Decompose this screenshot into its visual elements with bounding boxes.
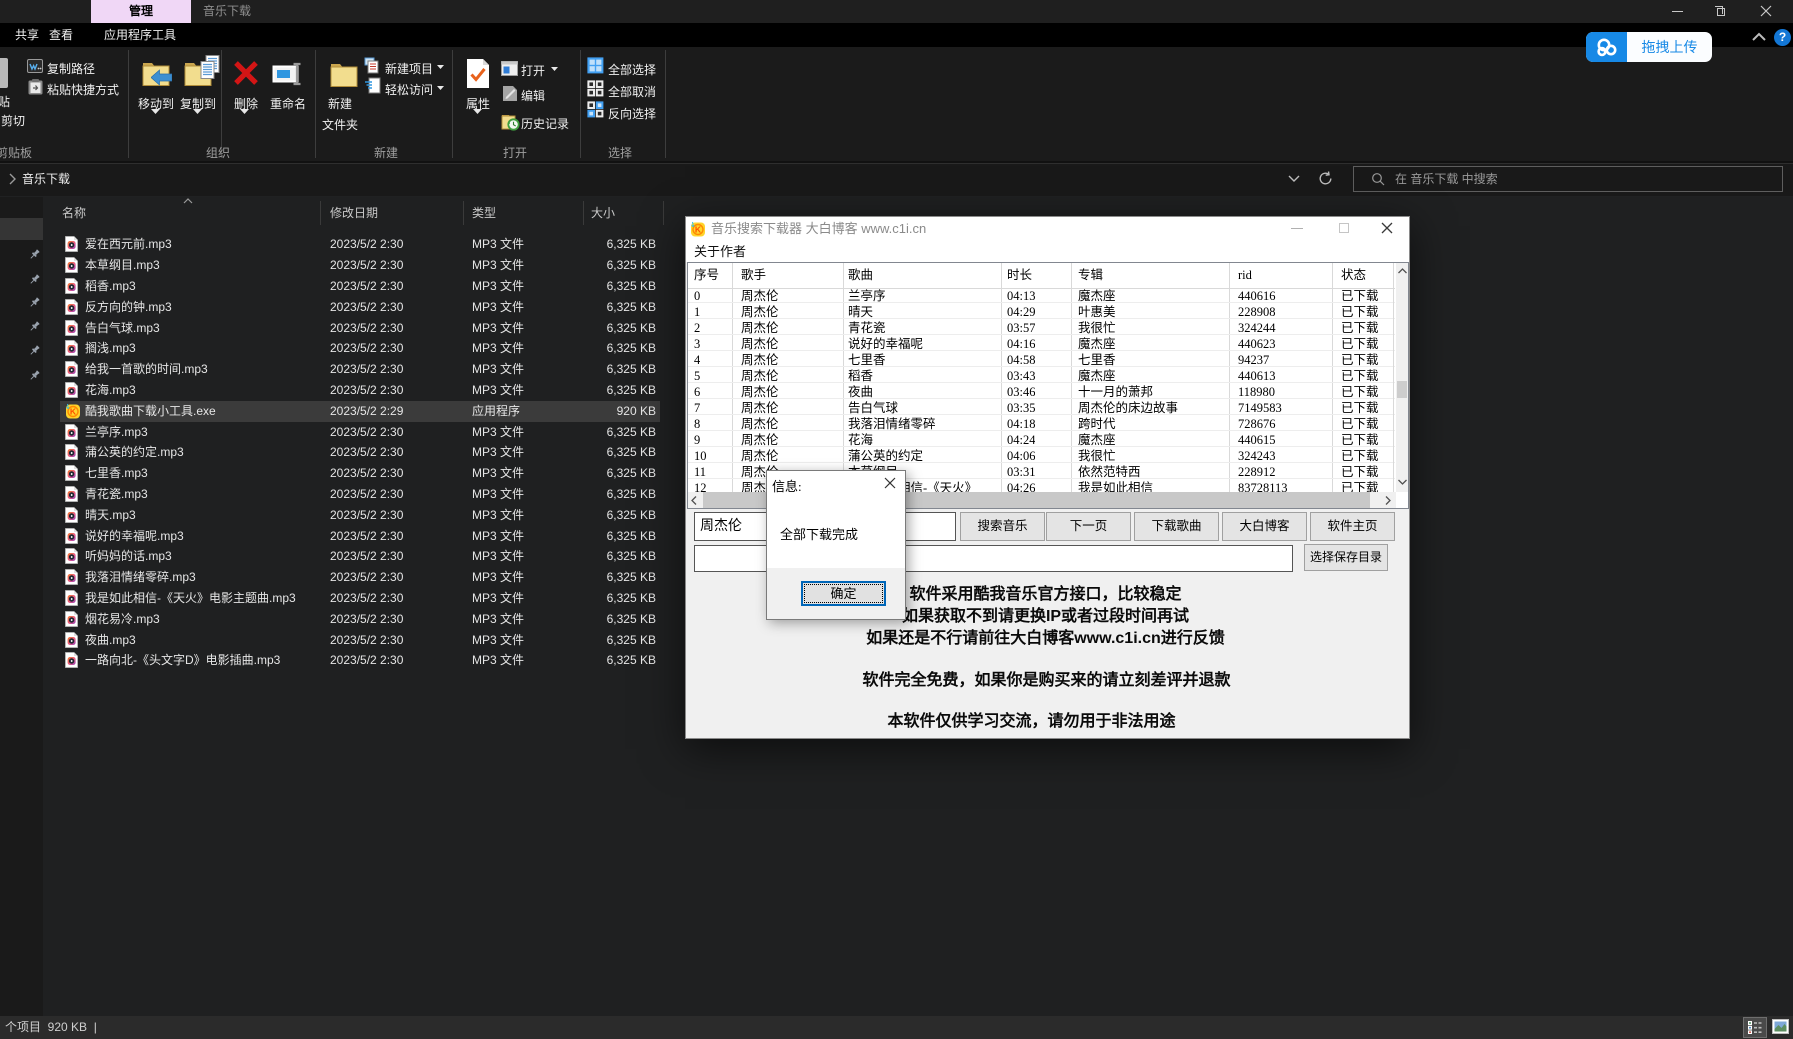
svg-text:K: K xyxy=(70,407,77,417)
svg-text:K: K xyxy=(695,225,702,235)
